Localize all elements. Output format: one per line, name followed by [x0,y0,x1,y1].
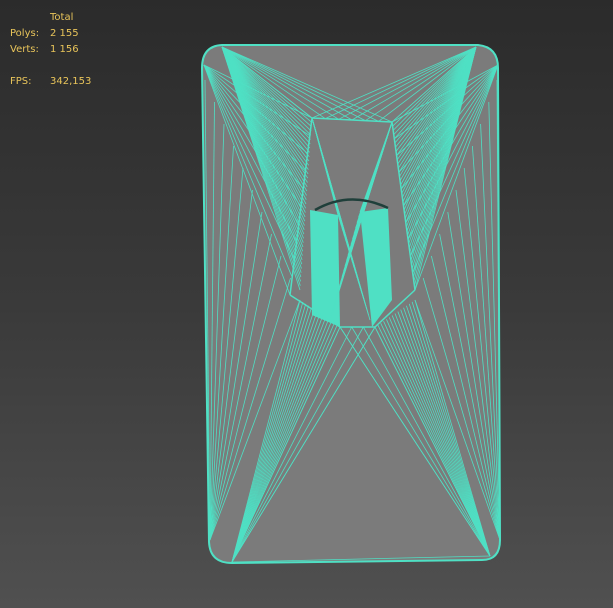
fps-value: 342,153 [50,76,92,87]
polys-value: 2 155 [50,28,79,39]
verts-value: 1 156 [50,44,79,55]
viewport-stats: Total Polys: 2 155 Verts: 1 156 FPS: 342,15… [10,10,91,90]
polys-label: Polys: [10,28,40,39]
verts-label: Verts: [10,44,39,55]
fps-label: FPS: [10,76,32,87]
viewport-canvas[interactable] [0,0,613,608]
stats-header: Total [50,12,74,23]
wire-dense-area [310,210,340,327]
